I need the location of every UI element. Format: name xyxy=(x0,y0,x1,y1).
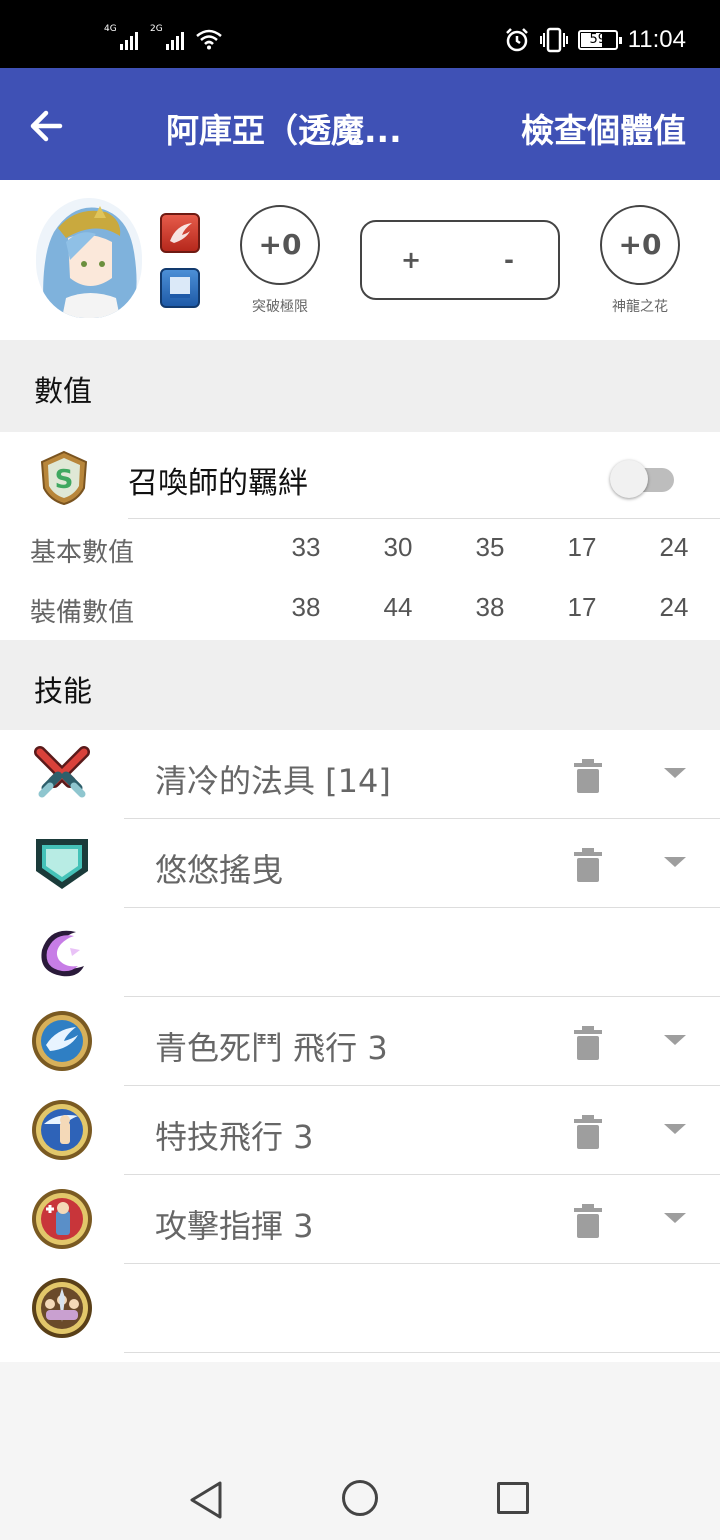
skill-row-sacred-seal[interactable] xyxy=(0,1264,720,1353)
skill-name: 悠悠搖曳 xyxy=(155,851,284,889)
skill-name: 特技飛行 3 xyxy=(155,1118,314,1156)
base-stat-hp: 33 xyxy=(291,532,321,562)
stepper-minus-button[interactable]: - xyxy=(460,222,558,298)
chevron-down-icon[interactable] xyxy=(664,768,686,778)
stepper-plus-button[interactable]: + xyxy=(362,222,460,298)
delete-icon[interactable] xyxy=(572,758,604,794)
network-type-1: 4G xyxy=(104,24,117,34)
system-nav-bar xyxy=(0,1462,720,1540)
skill-name: 青色死鬥 飛行 3 xyxy=(155,1029,388,1067)
skills-header-label: 技能 xyxy=(34,674,93,708)
nav-recents-icon[interactable] xyxy=(497,1482,529,1514)
sacred-seal-icon xyxy=(32,1278,92,1338)
dragonflower-caption: 神龍之花 xyxy=(612,299,668,315)
skill-name: 攻擊指揮 3 xyxy=(155,1207,314,1245)
equipped-stat-spd: 38 xyxy=(475,592,505,622)
weapon-icon xyxy=(34,746,90,798)
summoner-support-icon: S xyxy=(40,450,88,506)
equipped-stat-res: 24 xyxy=(659,592,689,622)
hero-panel: +0 突破極限 + - +0 神龍之花 xyxy=(0,180,720,340)
nav-back-icon[interactable] xyxy=(188,1480,224,1520)
skills-list: 清冷的法具 [14] 悠悠搖曳 青色死鬥 飛行 3 特技飛行 3 攻擊指揮 3 xyxy=(0,730,720,1362)
skill-row-passive-a[interactable]: 青色死鬥 飛行 3 xyxy=(0,997,720,1086)
chevron-down-icon[interactable] xyxy=(664,1035,686,1045)
passive-c-icon xyxy=(32,1189,92,1249)
delete-icon[interactable] xyxy=(572,1203,604,1239)
hero-portrait[interactable] xyxy=(36,198,142,318)
merge-limit-button[interactable]: +0 xyxy=(240,205,320,285)
stats-header-label: 數值 xyxy=(34,374,93,408)
chevron-down-icon[interactable] xyxy=(664,857,686,867)
cell-signal-2-icon: 2G xyxy=(150,24,184,50)
equipped-stat-atk: 44 xyxy=(383,592,413,622)
status-bar: 4G 2G 59 11:04 xyxy=(0,0,720,68)
dragonflower-button[interactable]: +0 xyxy=(600,205,680,285)
summoner-bond-toggle[interactable] xyxy=(610,458,674,498)
skill-row-assist[interactable]: 悠悠搖曳 xyxy=(0,819,720,908)
base-stat-res: 24 xyxy=(659,532,689,562)
base-stat-atk: 30 xyxy=(383,532,413,562)
page-title: 阿庫亞（透魔... xyxy=(166,111,402,150)
weapon-type-red-tome-icon xyxy=(160,213,200,253)
skills-section-header: 技能 xyxy=(0,640,720,730)
passive-a-icon xyxy=(32,1011,92,1071)
equipped-stat-hp: 38 xyxy=(291,592,321,622)
assist-icon xyxy=(36,839,88,889)
battery-icon: 59 xyxy=(577,30,622,50)
battery-level: 59 xyxy=(589,32,606,47)
back-arrow-icon[interactable] xyxy=(22,102,70,150)
merge-limit-caption: 突破極限 xyxy=(252,299,308,315)
alarm-icon xyxy=(505,28,528,52)
vibrate-icon xyxy=(539,27,568,53)
skill-row-passive-c[interactable]: 攻擊指揮 3 xyxy=(0,1175,720,1264)
passive-b-icon xyxy=(32,1100,92,1160)
equipped-stat-def: 17 xyxy=(567,592,597,622)
summoner-bond-label: 召喚師的羈絆 xyxy=(128,466,308,501)
wifi-icon xyxy=(196,29,222,50)
chevron-down-icon[interactable] xyxy=(664,1213,686,1223)
network-type-2: 2G xyxy=(150,24,163,34)
equipped-stats-label: 裝備數值 xyxy=(30,598,135,628)
skill-row-special[interactable] xyxy=(0,908,720,997)
stat-stepper: + - xyxy=(360,220,560,300)
equipped-stats-row: 裝備數值 38 44 38 17 24 xyxy=(0,592,720,632)
delete-icon[interactable] xyxy=(572,1025,604,1061)
skill-row-passive-b[interactable]: 特技飛行 3 xyxy=(0,1086,720,1175)
clock: 11:04 xyxy=(627,26,686,53)
move-type-tome-icon xyxy=(160,268,200,308)
divider xyxy=(128,518,720,519)
skill-row-weapon[interactable]: 清冷的法具 [14] xyxy=(0,730,720,819)
delete-icon[interactable] xyxy=(572,847,604,883)
base-stat-def: 17 xyxy=(567,532,597,562)
stats-section-header: 數值 xyxy=(0,340,720,432)
app-bar: 阿庫亞（透魔... 檢查個體值 xyxy=(0,68,720,180)
chevron-down-icon[interactable] xyxy=(664,1124,686,1134)
svg-text:S: S xyxy=(55,465,74,495)
check-ivs-button[interactable]: 檢查個體值 xyxy=(521,104,686,152)
delete-icon[interactable] xyxy=(572,1114,604,1150)
special-icon xyxy=(41,930,84,977)
base-stats-row: 基本數值 33 30 35 17 24 xyxy=(0,532,720,572)
divider xyxy=(124,1352,720,1353)
stats-panel: S 召喚師的羈絆 基本數值 33 30 35 17 24 裝備數值 38 44 … xyxy=(0,432,720,640)
base-stat-spd: 35 xyxy=(475,532,505,562)
skill-name: 清冷的法具 [14] xyxy=(155,762,391,800)
nav-home-icon[interactable] xyxy=(342,1480,378,1516)
base-stats-label: 基本數值 xyxy=(30,538,135,568)
cell-signal-1-icon: 4G xyxy=(104,24,138,50)
